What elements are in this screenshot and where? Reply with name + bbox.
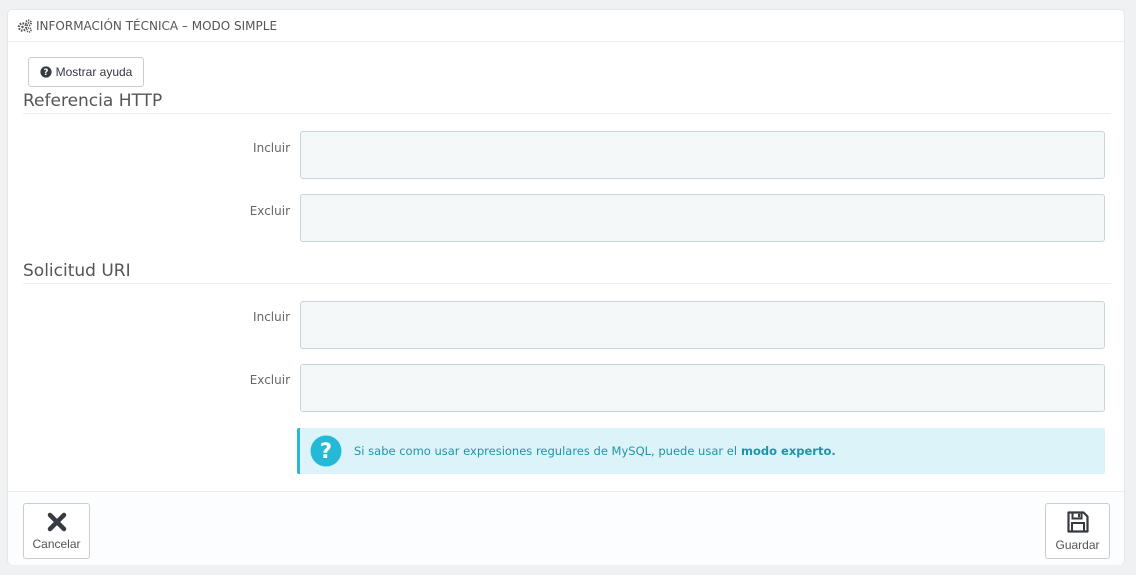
technical-info-panel: INFORMACIÓN TÉCNICA – MODO SIMPLE ? Most… xyxy=(7,9,1125,565)
save-button[interactable]: Guardar xyxy=(1045,503,1110,559)
panel-title: INFORMACIÓN TÉCNICA – MODO SIMPLE xyxy=(36,18,278,33)
uri-include-label: Incluir xyxy=(253,310,290,324)
http-exclude-input[interactable] xyxy=(300,194,1105,242)
cancel-label: Cancelar xyxy=(32,537,81,551)
info-alert: ? Si sabe como usar expresiones regulare… xyxy=(297,428,1105,474)
section-title-http-referer: Referencia HTTP xyxy=(23,91,1111,114)
uri-exclude-label: Excluir xyxy=(249,373,290,387)
close-icon xyxy=(46,511,68,533)
show-help-button[interactable]: ? Mostrar ayuda xyxy=(28,57,144,87)
alert-text: Si sabe como usar expresiones regulares … xyxy=(354,444,738,458)
http-include-input[interactable] xyxy=(300,131,1105,179)
http-exclude-label: Excluir xyxy=(249,204,290,218)
floppy-disk-icon xyxy=(1066,510,1090,534)
panel-footer: Cancelar Guardar xyxy=(8,491,1124,565)
show-help-label: Mostrar ayuda xyxy=(55,65,133,79)
expert-mode-link[interactable]: modo experto. xyxy=(741,444,836,458)
svg-text:?: ? xyxy=(43,68,48,78)
section-title-request-uri: Solicitud URI xyxy=(23,261,1111,284)
gears-icon xyxy=(17,19,33,33)
save-label: Guardar xyxy=(1055,538,1100,552)
http-include-label: Incluir xyxy=(253,141,290,155)
panel-heading: INFORMACIÓN TÉCNICA – MODO SIMPLE xyxy=(8,10,1124,42)
cancel-button[interactable]: Cancelar xyxy=(23,503,90,559)
question-circle-icon: ? xyxy=(40,66,52,78)
uri-exclude-input[interactable] xyxy=(300,364,1105,412)
svg-text:?: ? xyxy=(320,439,332,463)
uri-include-input[interactable] xyxy=(300,301,1105,349)
question-icon: ? xyxy=(310,435,342,467)
